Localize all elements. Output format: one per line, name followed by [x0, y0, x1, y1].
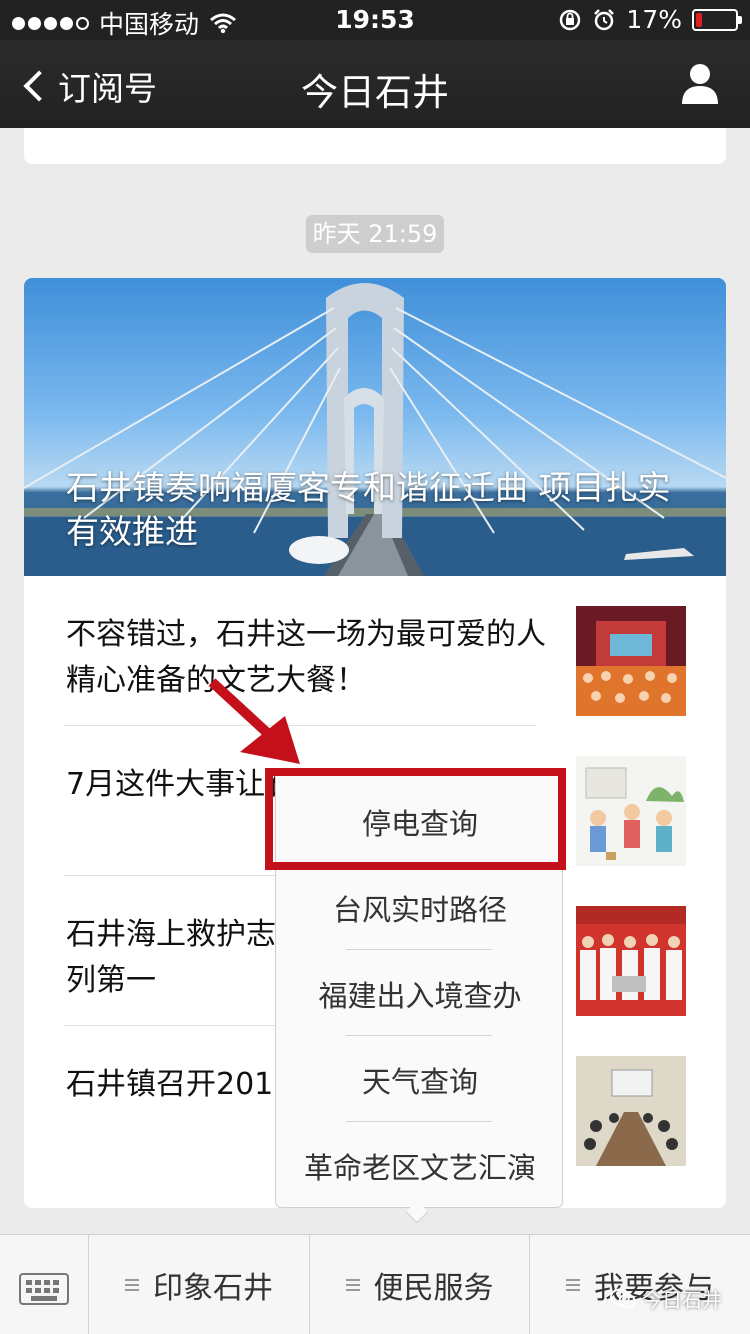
status-bar: 中国移动 19:53 17% [0, 0, 750, 40]
menu-tab-impression[interactable]: 印象石井 [89, 1235, 310, 1334]
alarm-icon [594, 8, 615, 30]
menu-item-art-performance[interactable]: 革命老区文艺汇演 [276, 1125, 564, 1211]
article-item-1[interactable]: 不容错过，石井这一场为最可爱的人精心准备的文艺大餐！ [24, 576, 726, 726]
stage-performance-thumbnail [576, 606, 686, 716]
message-timestamp: 昨天 21:59 [306, 215, 444, 253]
orientation-lock-icon [560, 9, 581, 30]
menu-icon [125, 1279, 139, 1291]
wechat-watermark: 今日石井 [610, 1284, 722, 1313]
page-title: 今日石井 [301, 71, 449, 114]
cleanup-illustration-thumbnail [576, 756, 686, 866]
menu-divider [346, 1121, 492, 1122]
highlight-box-annotation [265, 768, 566, 870]
menu-divider [346, 1035, 492, 1036]
keyboard-icon [19, 1273, 69, 1305]
menu-icon [566, 1279, 580, 1291]
rescue-team-thumbnail [576, 906, 686, 1016]
keyboard-toggle-button[interactable] [0, 1235, 89, 1334]
tab-label: 印象石井 [153, 1271, 273, 1306]
meeting-room-thumbnail [576, 1056, 686, 1166]
status-right: 17% [558, 5, 742, 34]
battery-level [696, 12, 702, 27]
profile-icon[interactable] [680, 62, 720, 104]
watermark-text: 今日石井 [642, 1288, 722, 1312]
article-title: 不容错过，石井这一场为最可爱的人精心准备的文艺大餐！ [66, 617, 546, 698]
menu-icon [345, 1279, 360, 1291]
feature-title: 石井镇奏响福厦客专和谐征迁曲 项目扎实有效推进 [66, 468, 671, 551]
tab-label: 便民服务 [373, 1271, 494, 1306]
nav-bar: 订阅号 今日石井 [0, 40, 750, 128]
battery-percent: 17% [626, 5, 682, 34]
battery-icon [692, 8, 742, 31]
menu-tab-services[interactable]: 便民服务 [310, 1235, 530, 1334]
wechat-icon [610, 1288, 636, 1308]
menu-item-fujian-entry-exit[interactable]: 福建出入境查办 [276, 953, 564, 1039]
menu-item-weather[interactable]: 天气查询 [276, 1039, 564, 1125]
previous-message-card [24, 128, 726, 164]
feature-article[interactable]: 石井镇奏响福厦客专和谐征迁曲 项目扎实有效推进 [24, 278, 726, 576]
menu-item-typhoon-path[interactable]: 台风实时路径 [276, 867, 564, 953]
menu-divider [346, 949, 492, 950]
